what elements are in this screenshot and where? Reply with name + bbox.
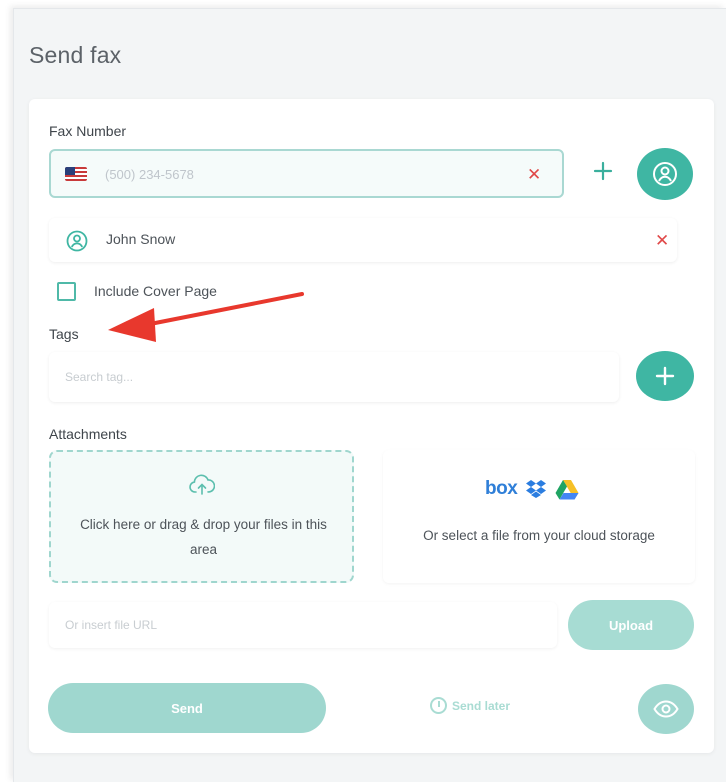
preview-button[interactable] <box>638 684 694 734</box>
cloud-storage-panel: box Or select a file from your cloud sto… <box>383 450 695 583</box>
tag-search-input[interactable] <box>49 352 619 402</box>
google-drive-icon[interactable] <box>555 479 579 500</box>
recipient-row: John Snow ✕ <box>49 218 677 262</box>
send-later-button[interactable]: Send later <box>430 697 510 714</box>
fax-number-label: Fax Number <box>49 123 127 139</box>
file-drop-zone[interactable]: Click here or drag & drop your files in … <box>49 450 354 583</box>
add-tag-button[interactable] <box>636 351 694 401</box>
box-icon[interactable]: box <box>485 478 518 500</box>
plus-icon <box>593 161 613 181</box>
file-url-input[interactable] <box>49 602 557 648</box>
upload-button[interactable]: Upload <box>568 600 694 650</box>
us-flag-icon[interactable] <box>65 167 87 181</box>
fax-number-input[interactable] <box>105 163 485 185</box>
remove-recipient-icon[interactable]: ✕ <box>655 232 669 249</box>
clear-fax-icon[interactable]: ✕ <box>527 166 541 183</box>
plus-icon <box>655 366 675 386</box>
recipient-name: John Snow <box>106 231 176 247</box>
add-fax-number-button[interactable] <box>590 158 616 184</box>
cloud-storage-text: Or select a file from your cloud storage <box>423 528 655 543</box>
send-later-label: Send later <box>452 698 511 713</box>
user-icon <box>653 162 677 186</box>
contacts-button[interactable] <box>637 148 693 200</box>
page-title: Send fax <box>29 42 122 68</box>
annotation-arrow-icon <box>108 292 304 342</box>
attachments-label: Attachments <box>49 426 127 442</box>
dropbox-icon[interactable] <box>525 479 547 499</box>
include-cover-page-checkbox[interactable] <box>57 282 76 301</box>
cloud-upload-icon <box>189 474 215 495</box>
cloud-service-icons: box <box>485 477 579 501</box>
eye-icon <box>653 700 679 718</box>
user-circle-icon <box>66 230 88 252</box>
fax-number-field[interactable]: ✕ <box>49 149 564 198</box>
tags-label: Tags <box>49 326 79 342</box>
drop-zone-text: Click here or drag & drop your files in … <box>80 517 327 557</box>
send-button[interactable]: Send <box>48 683 326 733</box>
clock-icon <box>430 697 447 714</box>
